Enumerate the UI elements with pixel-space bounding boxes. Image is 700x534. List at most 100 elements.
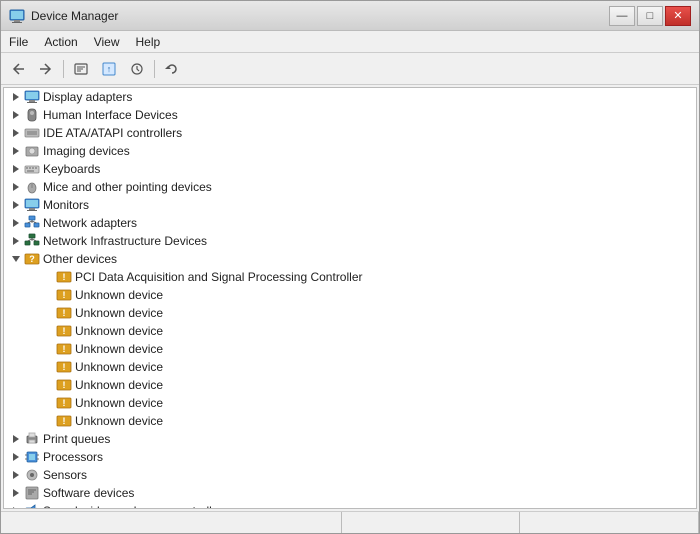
menu-view[interactable]: View (86, 33, 128, 51)
minimize-button[interactable]: — (609, 6, 635, 26)
expand-icon-hid[interactable] (8, 107, 24, 123)
expand-icon-network[interactable] (8, 215, 24, 231)
svg-text:!: ! (63, 416, 66, 426)
expand-icon-unknown5[interactable] (40, 359, 56, 375)
expand-icon-ide[interactable] (8, 125, 24, 141)
tree-item-monitors[interactable]: Monitors (4, 196, 696, 214)
update-driver-button[interactable]: ↑ (96, 57, 122, 81)
tree-item-unknown4[interactable]: !Unknown device (4, 340, 696, 358)
menu-action[interactable]: Action (36, 33, 85, 51)
tree-item-unknown6[interactable]: ! Unknown device (4, 376, 696, 394)
main-window: Device Manager — □ ✕ File Action View He… (0, 0, 700, 534)
svg-text:!: ! (63, 380, 66, 390)
tree-item-netinfra[interactable]: Network Infrastructure Devices (4, 232, 696, 250)
tree-item-unknown3[interactable]: !Unknown device (4, 322, 696, 340)
device-label-unknown3: Unknown device (75, 322, 163, 340)
tree-item-imaging[interactable]: Imaging devices (4, 142, 696, 160)
properties-button[interactable] (68, 57, 94, 81)
device-label-unknown6: Unknown device (75, 376, 163, 394)
tree-item-network[interactable]: Network adapters (4, 214, 696, 232)
svg-text:?: ? (29, 254, 35, 264)
menu-file[interactable]: File (1, 33, 36, 51)
tree-item-display-adapters[interactable]: Display adapters (4, 88, 696, 106)
tree-item-hid[interactable]: Human Interface Devices (4, 106, 696, 124)
forward-button[interactable] (33, 57, 59, 81)
device-tree[interactable]: Display adaptersHuman Interface DevicesI… (3, 87, 697, 509)
tree-item-mice[interactable]: Mice and other pointing devices (4, 178, 696, 196)
device-icon-unknown3: ! (56, 323, 72, 339)
tree-item-sensors[interactable]: Sensors (4, 466, 696, 484)
tree-item-processors[interactable]: Processors (4, 448, 696, 466)
status-segment-3 (520, 512, 699, 533)
device-icon-netinfra (24, 233, 40, 249)
device-label-sensors: Sensors (43, 466, 87, 484)
maximize-button[interactable]: □ (637, 6, 663, 26)
window-controls: — □ ✕ (609, 6, 691, 26)
device-label-keyboards: Keyboards (43, 160, 100, 178)
expand-icon-pci[interactable] (40, 269, 56, 285)
status-bar (1, 511, 699, 533)
device-label-unknown4: Unknown device (75, 340, 163, 358)
expand-icon-imaging[interactable] (8, 143, 24, 159)
back-button[interactable] (5, 57, 31, 81)
device-icon-software (24, 485, 40, 501)
device-label-imaging: Imaging devices (43, 142, 130, 160)
device-label-unknown2: Unknown device (75, 304, 163, 322)
svg-text:!: ! (63, 362, 66, 372)
menu-help[interactable]: Help (128, 33, 169, 51)
status-segment-2 (342, 512, 521, 533)
expand-icon-display-adapters[interactable] (8, 89, 24, 105)
expand-icon-unknown8[interactable] (40, 413, 56, 429)
expand-icon-mice[interactable] (8, 179, 24, 195)
expand-icon-processors[interactable] (8, 449, 24, 465)
tree-item-unknown5[interactable]: !Unknown device (4, 358, 696, 376)
close-button[interactable]: ✕ (665, 6, 691, 26)
device-icon-pci: ! (56, 269, 72, 285)
svg-text:↑: ↑ (107, 64, 112, 74)
device-label-other: Other devices (43, 250, 117, 268)
tree-item-ide[interactable]: IDE ATA/ATAPI controllers (4, 124, 696, 142)
expand-icon-unknown3[interactable] (40, 323, 56, 339)
scan-button[interactable] (124, 57, 150, 81)
device-label-sound: Sound, video and game controllers (43, 502, 228, 509)
device-label-unknown1: Unknown device (75, 286, 163, 304)
tree-item-unknown8[interactable]: !Unknown device (4, 412, 696, 430)
tree-item-print[interactable]: Print queues (4, 430, 696, 448)
tree-item-other[interactable]: ? Other devices (4, 250, 696, 268)
expand-icon-keyboards[interactable] (8, 161, 24, 177)
expand-icon-netinfra[interactable] (8, 233, 24, 249)
expand-icon-sensors[interactable] (8, 467, 24, 483)
device-icon-unknown6: ! (56, 377, 72, 393)
device-icon-ide (24, 125, 40, 141)
expand-icon-print[interactable] (8, 431, 24, 447)
refresh-button[interactable] (159, 57, 185, 81)
expand-icon-unknown2[interactable] (40, 305, 56, 321)
tree-item-unknown7[interactable]: !Unknown device (4, 394, 696, 412)
device-icon-hid (24, 107, 40, 123)
tree-item-keyboards[interactable]: Keyboards (4, 160, 696, 178)
svg-text:!: ! (63, 398, 66, 408)
tree-item-software[interactable]: Software devices (4, 484, 696, 502)
device-label-network: Network adapters (43, 214, 137, 232)
device-icon-unknown8: ! (56, 413, 72, 429)
tree-item-sound[interactable]: Sound, video and game controllers (4, 502, 696, 509)
expand-icon-other[interactable] (8, 251, 24, 267)
device-icon-network (24, 215, 40, 231)
expand-icon-software[interactable] (8, 485, 24, 501)
expand-icon-unknown6[interactable] (40, 377, 56, 393)
device-label-software: Software devices (43, 484, 134, 502)
tree-item-pci[interactable]: !PCI Data Acquisition and Signal Process… (4, 268, 696, 286)
app-icon (9, 8, 25, 24)
expand-icon-unknown7[interactable] (40, 395, 56, 411)
device-icon-other: ? (24, 251, 40, 267)
tree-item-unknown2[interactable]: ! Unknown device (4, 304, 696, 322)
expand-icon-unknown1[interactable] (40, 287, 56, 303)
svg-text:!: ! (63, 308, 66, 318)
device-icon-unknown7: ! (56, 395, 72, 411)
device-icon-unknown5: ! (56, 359, 72, 375)
device-label-monitors: Monitors (43, 196, 89, 214)
tree-item-unknown1[interactable]: !Unknown device (4, 286, 696, 304)
expand-icon-monitors[interactable] (8, 197, 24, 213)
expand-icon-unknown4[interactable] (40, 341, 56, 357)
expand-icon-sound[interactable] (8, 503, 24, 509)
